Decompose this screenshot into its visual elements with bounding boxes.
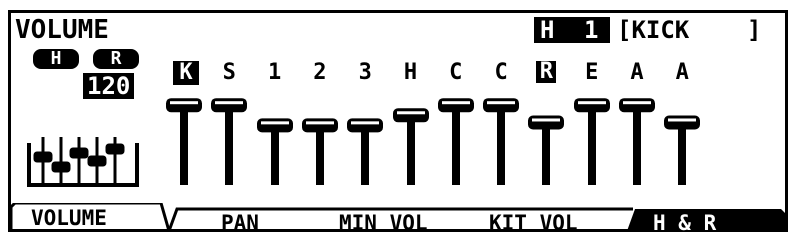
tab-kit-vol[interactable]: KIT VOL <box>489 211 578 235</box>
fader-shaft-3 <box>315 124 324 185</box>
fader-cap-0[interactable] <box>166 98 202 113</box>
fader-cap-5[interactable] <box>392 108 429 123</box>
fader-cap-highlight-11 <box>668 118 697 122</box>
fader-cap-highlight-8 <box>532 118 561 122</box>
channel-fader-1[interactable] <box>209 83 249 193</box>
fader-shaft-7 <box>497 104 506 185</box>
fader-shaft-11 <box>678 121 687 185</box>
channel-fader-8[interactable] <box>526 83 566 193</box>
channel-label-1: S <box>222 60 236 85</box>
channel-fader-10[interactable] <box>617 83 657 193</box>
channel-fader-7[interactable] <box>481 83 521 193</box>
tab-h-and-r[interactable]: H & R <box>653 211 716 235</box>
fader-cap-highlight-5 <box>396 111 425 115</box>
channel-fader-5[interactable] <box>391 83 431 193</box>
fader-cap-highlight-4 <box>351 121 380 125</box>
lcd-screen: VOLUME H 1 [KICK ] H R 120 K S 1 2 3 H C… <box>0 0 798 240</box>
channel-label-2: 1 <box>267 60 282 85</box>
channel-fader-3[interactable] <box>300 83 340 193</box>
fader-cap-6[interactable] <box>437 98 474 113</box>
channel-strip-area: KS 1 2 3 H C C R E A A <box>11 13 785 203</box>
lcd-frame: VOLUME H 1 [KICK ] H R 120 K S 1 2 3 H C… <box>8 10 788 235</box>
fader-cap-4[interactable] <box>347 118 384 133</box>
channel-label-0: K <box>173 61 199 85</box>
fader-cap-highlight-10 <box>623 101 651 105</box>
channel-label-11: A <box>675 60 689 85</box>
fader-cap-2[interactable] <box>256 118 293 133</box>
fader-cap-11[interactable] <box>664 115 701 130</box>
fader-shaft-1 <box>225 104 234 185</box>
tab-bar: VOLUME PAN MIN VOL KIT VOL H & R <box>11 203 785 235</box>
fader-cap-8[interactable] <box>528 115 565 130</box>
channel-fader-0[interactable] <box>164 83 204 193</box>
fader-cap-1[interactable] <box>211 98 248 113</box>
channel-fader-9[interactable] <box>572 83 612 193</box>
fader-cap-highlight-7 <box>487 101 516 105</box>
channel-fader-4[interactable] <box>345 83 385 193</box>
fader-cap-9[interactable] <box>573 98 610 113</box>
fader-cap-7[interactable] <box>483 98 520 113</box>
channel-label-6: C <box>449 60 463 85</box>
fader-shaft-6 <box>451 104 460 185</box>
fader-shaft-5 <box>406 114 415 185</box>
channel-fader-6[interactable] <box>436 83 476 193</box>
channel-label-3: 2 <box>313 60 327 85</box>
fader-cap-highlight-1 <box>215 101 244 105</box>
fader-shaft-8 <box>542 121 551 185</box>
fader-cap-highlight-0 <box>170 101 198 105</box>
tab-pan[interactable]: PAN <box>221 211 259 235</box>
fader-shaft-0 <box>180 104 188 185</box>
fader-shaft-4 <box>361 124 370 185</box>
channel-fader-11[interactable] <box>662 83 702 193</box>
channel-label-8: R <box>536 61 557 83</box>
channel-label-4: 3 <box>358 60 372 85</box>
channel-fader-2[interactable] <box>255 83 295 193</box>
fader-cap-3[interactable] <box>301 118 338 133</box>
fader-cap-highlight-9 <box>577 101 606 105</box>
tab-volume[interactable]: VOLUME <box>31 206 107 230</box>
fader-cap-highlight-2 <box>260 121 289 125</box>
channel-label-9: E <box>585 60 599 85</box>
fader-shaft-2 <box>270 124 279 185</box>
fader-cap-highlight-6 <box>441 101 470 105</box>
channel-label-5: H <box>403 60 418 85</box>
tab-min-vol[interactable]: MIN VOL <box>339 211 428 235</box>
channel-label-10: A <box>630 60 644 85</box>
fader-cap-10[interactable] <box>619 98 655 113</box>
fader-shaft-9 <box>587 104 596 185</box>
fader-shaft-10 <box>633 104 641 185</box>
fader-cap-highlight-3 <box>305 121 334 125</box>
channel-label-7: C <box>494 60 508 85</box>
